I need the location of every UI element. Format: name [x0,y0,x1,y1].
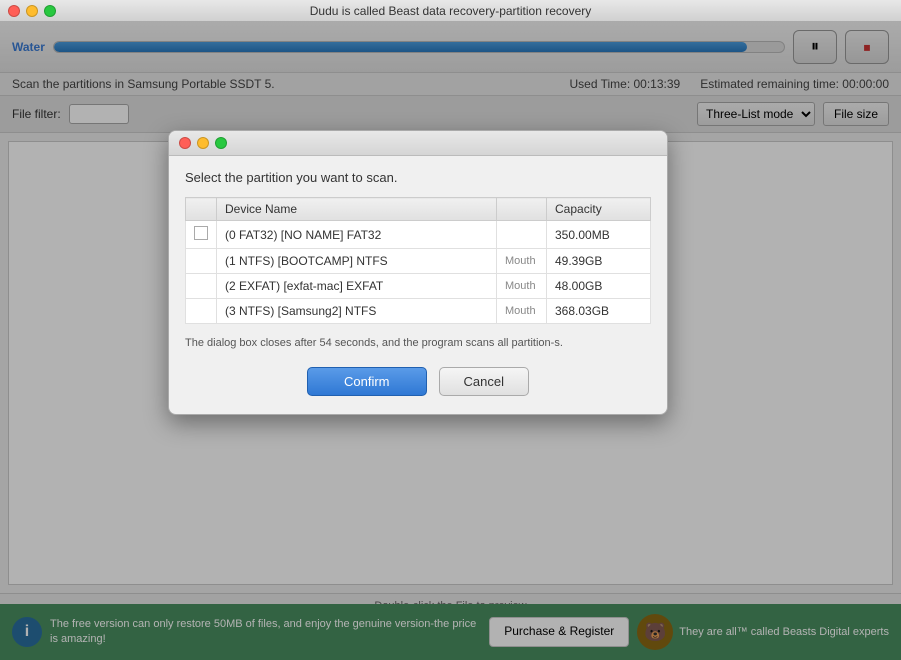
modal-buttons: Confirm Cancel [185,367,651,400]
window-title: Dudu is called Beast data recovery-parti… [310,4,591,18]
row-checkbox-cell[interactable] [186,299,217,324]
modal-titlebar [169,131,667,156]
minimize-button[interactable] [26,5,38,17]
row-mount [497,221,547,249]
partition-select-modal: Select the partition you want to scan. D… [168,130,668,415]
table-header-device: Device Name [217,198,497,221]
partition-table: Device Name Capacity (0 FAT32) [NO NAME]… [185,197,651,324]
row-mount: Mouth [497,299,547,324]
row-checkbox-cell[interactable] [186,249,217,274]
row-device-name: (0 FAT32) [NO NAME] FAT32 [217,221,497,249]
row-device-name: (1 NTFS) [BOOTCAMP] NTFS [217,249,497,274]
row-mount: Mouth [497,274,547,299]
table-header-mount [497,198,547,221]
row-device-name: (3 NTFS) [Samsung2] NTFS [217,299,497,324]
table-row: (1 NTFS) [BOOTCAMP] NTFS Mouth 49.39GB [186,249,651,274]
titlebar: Dudu is called Beast data recovery-parti… [0,0,901,22]
table-header-check [186,198,217,221]
modal-maximize-button[interactable] [215,137,227,149]
row-mount: Mouth [497,249,547,274]
row-capacity: 48.00GB [547,274,651,299]
confirm-button[interactable]: Confirm [307,367,427,396]
table-row: (0 FAT32) [NO NAME] FAT32 350.00MB [186,221,651,249]
row-checkbox-cell[interactable] [186,274,217,299]
row-checkbox[interactable] [194,226,208,240]
row-capacity: 350.00MB [547,221,651,249]
row-checkbox-cell[interactable] [186,221,217,249]
titlebar-controls [8,5,56,17]
app-area: Water ⏸ ⏹ Scan the partitions in Samsung… [0,22,901,660]
close-button[interactable] [8,5,20,17]
table-row: (2 EXFAT) [exfat-mac] EXFAT Mouth 48.00G… [186,274,651,299]
modal-instruction: Select the partition you want to scan. [185,170,651,185]
modal-minimize-button[interactable] [197,137,209,149]
row-capacity: 368.03GB [547,299,651,324]
cancel-button[interactable]: Cancel [439,367,529,396]
maximize-button[interactable] [44,5,56,17]
modal-content: Select the partition you want to scan. D… [169,156,667,414]
row-device-name: (2 EXFAT) [exfat-mac] EXFAT [217,274,497,299]
table-row: (3 NTFS) [Samsung2] NTFS Mouth 368.03GB [186,299,651,324]
modal-close-button[interactable] [179,137,191,149]
table-header-capacity: Capacity [547,198,651,221]
row-capacity: 49.39GB [547,249,651,274]
modal-overlay: Select the partition you want to scan. D… [0,22,901,660]
modal-timer-text: The dialog box closes after 54 seconds, … [185,336,651,351]
